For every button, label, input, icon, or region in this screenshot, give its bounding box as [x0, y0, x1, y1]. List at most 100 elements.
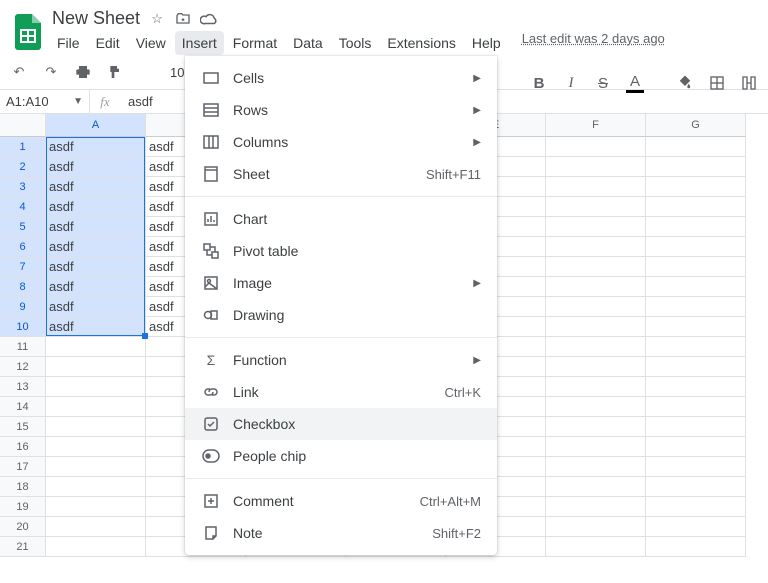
- row-header[interactable]: 9: [0, 297, 46, 317]
- menu-tools[interactable]: Tools: [332, 31, 379, 55]
- cell[interactable]: [646, 517, 746, 537]
- cell[interactable]: asdf: [46, 137, 146, 157]
- cell[interactable]: [646, 537, 746, 557]
- menu-item-sheet[interactable]: SheetShift+F11: [185, 158, 497, 190]
- cell[interactable]: [546, 217, 646, 237]
- cell[interactable]: asdf: [46, 237, 146, 257]
- cell[interactable]: [546, 457, 646, 477]
- cell[interactable]: [646, 377, 746, 397]
- text-color-button[interactable]: A: [624, 72, 646, 94]
- cell[interactable]: asdf: [46, 177, 146, 197]
- move-icon[interactable]: [174, 10, 192, 28]
- cell[interactable]: [646, 497, 746, 517]
- row-header[interactable]: 14: [0, 397, 46, 417]
- cell[interactable]: [646, 217, 746, 237]
- cell[interactable]: asdf: [46, 297, 146, 317]
- cell[interactable]: [46, 477, 146, 497]
- doc-title[interactable]: New Sheet: [52, 8, 140, 29]
- menu-item-checkbox[interactable]: Checkbox: [185, 408, 497, 440]
- cell[interactable]: [646, 437, 746, 457]
- menu-item-comment[interactable]: CommentCtrl+Alt+M: [185, 485, 497, 517]
- menu-item-note[interactable]: NoteShift+F2: [185, 517, 497, 549]
- cell[interactable]: [646, 397, 746, 417]
- row-header[interactable]: 2: [0, 157, 46, 177]
- cell[interactable]: [46, 457, 146, 477]
- menu-data[interactable]: Data: [286, 31, 330, 55]
- cell[interactable]: [46, 337, 146, 357]
- redo-button[interactable]: ↷: [40, 61, 62, 83]
- column-header[interactable]: A: [46, 114, 146, 137]
- cell[interactable]: [46, 517, 146, 537]
- italic-button[interactable]: I: [560, 72, 582, 94]
- cell[interactable]: [546, 297, 646, 317]
- row-header[interactable]: 20: [0, 517, 46, 537]
- cell[interactable]: [546, 477, 646, 497]
- row-header[interactable]: 3: [0, 177, 46, 197]
- select-all-corner[interactable]: [0, 114, 46, 137]
- cell[interactable]: [46, 537, 146, 557]
- cell[interactable]: [46, 397, 146, 417]
- row-header[interactable]: 8: [0, 277, 46, 297]
- sheets-logo[interactable]: [8, 12, 48, 52]
- cell[interactable]: [46, 417, 146, 437]
- bold-button[interactable]: B: [528, 72, 550, 94]
- menu-item-chart[interactable]: Chart: [185, 203, 497, 235]
- cell[interactable]: [546, 197, 646, 217]
- menu-view[interactable]: View: [129, 31, 173, 55]
- cell[interactable]: asdf: [46, 217, 146, 237]
- menu-item-function[interactable]: ΣFunction▶: [185, 344, 497, 376]
- row-header[interactable]: 19: [0, 497, 46, 517]
- last-edit-link[interactable]: Last edit was 2 days ago: [522, 31, 665, 55]
- cell[interactable]: [46, 497, 146, 517]
- cell[interactable]: [646, 317, 746, 337]
- row-header[interactable]: 12: [0, 357, 46, 377]
- cell[interactable]: [646, 417, 746, 437]
- row-header[interactable]: 10: [0, 317, 46, 337]
- cell[interactable]: [546, 277, 646, 297]
- row-header[interactable]: 7: [0, 257, 46, 277]
- cell[interactable]: [546, 397, 646, 417]
- cell[interactable]: [646, 137, 746, 157]
- menu-file[interactable]: File: [50, 31, 87, 55]
- star-icon[interactable]: ☆: [148, 10, 166, 28]
- row-header[interactable]: 21: [0, 537, 46, 557]
- cell[interactable]: asdf: [46, 197, 146, 217]
- print-button[interactable]: [72, 61, 94, 83]
- cell[interactable]: [546, 157, 646, 177]
- menu-item-link[interactable]: LinkCtrl+K: [185, 376, 497, 408]
- cell[interactable]: [46, 377, 146, 397]
- menu-item-rows[interactable]: Rows▶: [185, 94, 497, 126]
- menu-item-drawing[interactable]: Drawing: [185, 299, 497, 331]
- cell[interactable]: [546, 497, 646, 517]
- cell[interactable]: [46, 357, 146, 377]
- cell[interactable]: [646, 297, 746, 317]
- row-header[interactable]: 4: [0, 197, 46, 217]
- cell[interactable]: [646, 457, 746, 477]
- row-header[interactable]: 1: [0, 137, 46, 157]
- cell[interactable]: [646, 237, 746, 257]
- cell[interactable]: [546, 317, 646, 337]
- menu-item-image[interactable]: Image▶: [185, 267, 497, 299]
- borders-button[interactable]: [706, 72, 728, 94]
- fill-color-button[interactable]: [674, 72, 696, 94]
- merge-button[interactable]: [738, 72, 760, 94]
- cell[interactable]: [546, 337, 646, 357]
- cell[interactable]: [646, 257, 746, 277]
- menu-edit[interactable]: Edit: [89, 31, 127, 55]
- cell[interactable]: [646, 337, 746, 357]
- cell[interactable]: [46, 437, 146, 457]
- row-header[interactable]: 17: [0, 457, 46, 477]
- column-header[interactable]: G: [646, 114, 746, 137]
- row-header[interactable]: 6: [0, 237, 46, 257]
- row-header[interactable]: 13: [0, 377, 46, 397]
- menu-extensions[interactable]: Extensions: [380, 31, 462, 55]
- cell[interactable]: [646, 197, 746, 217]
- cell[interactable]: [546, 537, 646, 557]
- menu-insert[interactable]: Insert: [175, 31, 224, 55]
- cell[interactable]: [546, 517, 646, 537]
- menu-format[interactable]: Format: [226, 31, 284, 55]
- paint-format-button[interactable]: [104, 61, 126, 83]
- row-header[interactable]: 15: [0, 417, 46, 437]
- cell[interactable]: [646, 177, 746, 197]
- column-header[interactable]: F: [546, 114, 646, 137]
